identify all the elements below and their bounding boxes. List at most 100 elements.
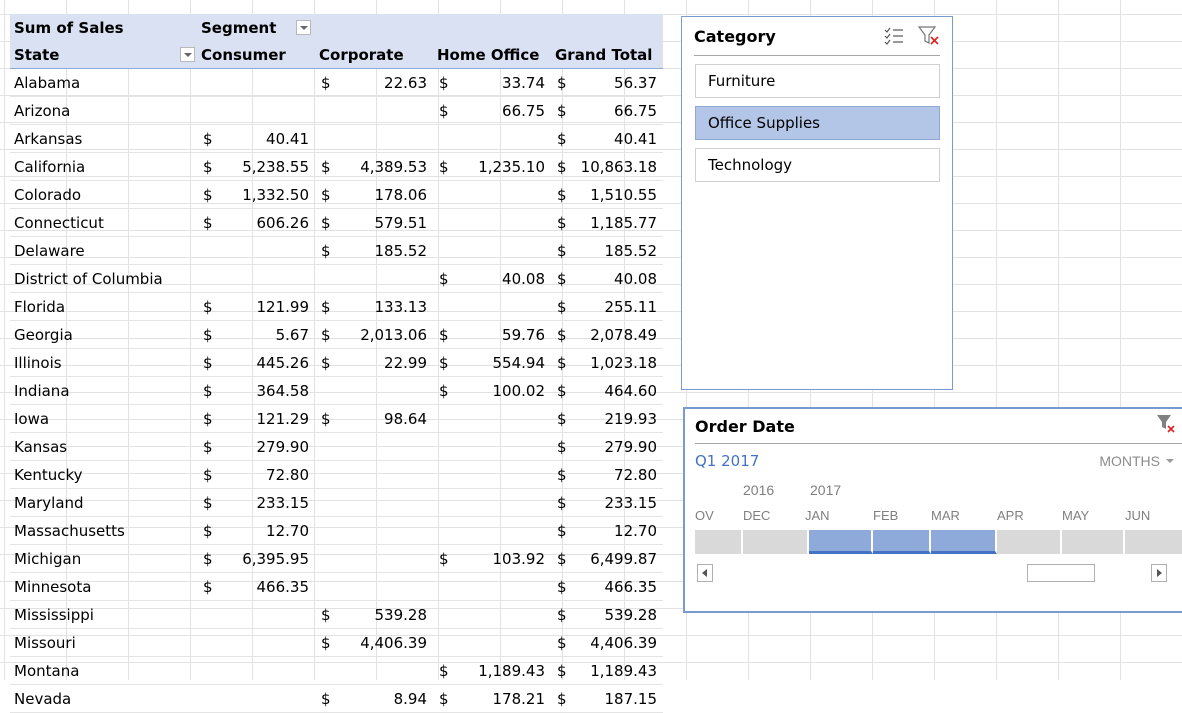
cell-home-office[interactable]: $59.76 (433, 320, 551, 349)
timeline-month-label[interactable]: MAY (1062, 508, 1089, 523)
cell-corporate[interactable] (315, 124, 433, 153)
column-filter-dropdown[interactable] (296, 20, 311, 35)
cell-corporate[interactable] (315, 96, 433, 125)
cell-home-office[interactable] (433, 292, 551, 321)
cell-home-office[interactable] (433, 488, 551, 517)
cell-grand-total[interactable]: $72.80 (551, 460, 663, 489)
cell-consumer[interactable] (197, 656, 315, 685)
cell-home-office[interactable] (433, 180, 551, 209)
cell-consumer[interactable]: $72.80 (197, 460, 315, 489)
multi-select-icon[interactable] (884, 27, 904, 45)
cell-grand-total[interactable]: $10,863.18 (551, 152, 663, 181)
timeline-month-label[interactable]: APR (997, 508, 1024, 523)
cell-home-office[interactable] (433, 236, 551, 265)
timeline-month-segment[interactable] (1062, 530, 1125, 554)
row-label-state[interactable]: Florida (10, 292, 197, 321)
cell-corporate[interactable]: $185.52 (315, 236, 433, 265)
row-label-state[interactable]: Indiana (10, 376, 197, 405)
row-label-state[interactable]: Kansas (10, 432, 197, 461)
cell-grand-total[interactable]: $1,189.43 (551, 656, 663, 685)
timeline-year-label[interactable]: 2017 (810, 482, 841, 498)
cell-corporate[interactable]: $539.28 (315, 600, 433, 629)
cell-home-office[interactable] (433, 628, 551, 657)
cell-corporate[interactable] (315, 544, 433, 573)
column-header-corporate[interactable]: Corporate (315, 41, 433, 69)
cell-consumer[interactable] (197, 96, 315, 125)
row-label-state[interactable]: Alabama (10, 68, 197, 97)
cell-grand-total[interactable]: $539.28 (551, 600, 663, 629)
cell-grand-total[interactable]: $219.93 (551, 404, 663, 433)
row-label-state[interactable]: Missouri (10, 628, 197, 657)
cell-home-office[interactable] (433, 208, 551, 237)
cell-corporate[interactable]: $579.51 (315, 208, 433, 237)
cell-consumer[interactable] (197, 600, 315, 629)
timeline-month-segment[interactable] (931, 530, 997, 554)
row-label-state[interactable]: Colorado (10, 180, 197, 209)
cell-consumer[interactable]: $279.90 (197, 432, 315, 461)
cell-corporate[interactable] (315, 460, 433, 489)
cell-home-office[interactable]: $178.21 (433, 684, 551, 713)
cell-corporate[interactable]: $22.99 (315, 348, 433, 377)
timeline-month-label[interactable]: JAN (805, 508, 830, 523)
cell-home-office[interactable] (433, 516, 551, 545)
cell-corporate[interactable]: $133.13 (315, 292, 433, 321)
row-label-state[interactable]: Maryland (10, 488, 197, 517)
cell-consumer[interactable]: $233.15 (197, 488, 315, 517)
cell-consumer[interactable]: $606.26 (197, 208, 315, 237)
timeline-month-segment[interactable] (743, 530, 809, 554)
slicer-item-furniture[interactable]: Furniture (695, 64, 940, 98)
cell-corporate[interactable]: $178.06 (315, 180, 433, 209)
cell-corporate[interactable]: $4,406.39 (315, 628, 433, 657)
row-label-state[interactable]: Georgia (10, 320, 197, 349)
cell-consumer[interactable]: $466.35 (197, 572, 315, 601)
cell-home-office[interactable]: $554.94 (433, 348, 551, 377)
cell-corporate[interactable] (315, 516, 433, 545)
cell-grand-total[interactable]: $1,023.18 (551, 348, 663, 377)
scroll-right-arrow-icon[interactable] (1151, 564, 1167, 582)
row-label-state[interactable]: District of Columbia (10, 264, 197, 293)
slicer-item-technology[interactable]: Technology (695, 148, 940, 182)
cell-home-office[interactable] (433, 404, 551, 433)
row-label-state[interactable]: Nevada (10, 684, 197, 713)
pivot-values-label[interactable]: Sum of Sales (10, 14, 197, 41)
cell-grand-total[interactable]: $2,078.49 (551, 320, 663, 349)
timeline-bar[interactable] (685, 530, 1182, 554)
timeline-month-segment[interactable] (1125, 530, 1182, 554)
cell-consumer[interactable]: $121.29 (197, 404, 315, 433)
cell-grand-total[interactable]: $279.90 (551, 432, 663, 461)
pivot-row-field[interactable]: State (10, 41, 197, 69)
cell-home-office[interactable]: $100.02 (433, 376, 551, 405)
row-label-state[interactable]: Mississippi (10, 600, 197, 629)
cell-home-office[interactable] (433, 460, 551, 489)
cell-grand-total[interactable]: $187.15 (551, 684, 663, 713)
cell-consumer[interactable]: $445.26 (197, 348, 315, 377)
cell-consumer[interactable]: $121.99 (197, 292, 315, 321)
row-label-state[interactable]: Michigan (10, 544, 197, 573)
column-header-grand-total[interactable]: Grand Total (551, 41, 663, 69)
cell-grand-total[interactable]: $12.70 (551, 516, 663, 545)
cell-grand-total[interactable]: $1,510.55 (551, 180, 663, 209)
cell-consumer[interactable]: $12.70 (197, 516, 315, 545)
cell-home-office[interactable]: $40.08 (433, 264, 551, 293)
cell-consumer[interactable] (197, 684, 315, 713)
cell-consumer[interactable]: $40.41 (197, 124, 315, 153)
cell-grand-total[interactable]: $6,499.87 (551, 544, 663, 573)
cell-home-office[interactable] (433, 600, 551, 629)
cell-grand-total[interactable]: $1,185.77 (551, 208, 663, 237)
timeline-month-label[interactable]: JUN (1125, 508, 1150, 523)
cell-corporate[interactable] (315, 376, 433, 405)
cell-consumer[interactable] (197, 628, 315, 657)
pivot-column-field[interactable]: Segment (197, 14, 315, 41)
cell-corporate[interactable] (315, 488, 433, 517)
timeline-year-label[interactable]: 2016 (743, 482, 774, 498)
scroll-thumb[interactable] (1027, 564, 1095, 582)
cell-home-office[interactable]: $33.74 (433, 68, 551, 97)
row-label-state[interactable]: Illinois (10, 348, 197, 377)
cell-home-office[interactable]: $103.92 (433, 544, 551, 573)
timeline-month-label[interactable]: FEB (873, 508, 898, 523)
cell-corporate[interactable]: $2,013.06 (315, 320, 433, 349)
cell-home-office[interactable] (433, 572, 551, 601)
cell-home-office[interactable] (433, 432, 551, 461)
row-label-state[interactable]: Massachusetts (10, 516, 197, 545)
timeline-month-segment[interactable] (873, 530, 931, 554)
